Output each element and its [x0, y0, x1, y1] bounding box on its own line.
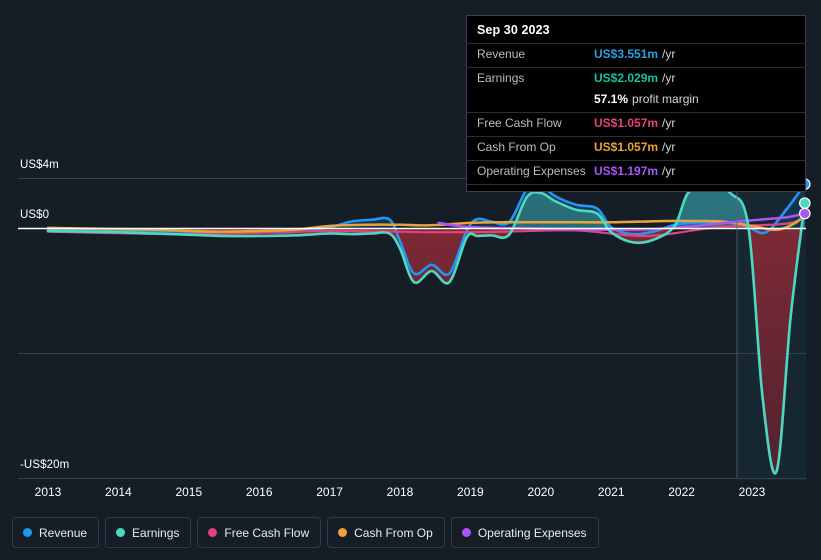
tooltip-value-free-cash-flow: US$1.057m	[594, 116, 659, 130]
legend-label: Cash From Op	[354, 525, 433, 540]
x-axis-tick-2020: 2020	[527, 485, 555, 499]
x-axis-tick-2023: 2023	[738, 485, 766, 499]
x-axis-tick-2018: 2018	[386, 485, 414, 499]
tooltip-value-revenue: US$3.551m	[594, 47, 659, 61]
tooltip-row-operating-expenses: Operating Expenses US$1.197m /yr	[467, 160, 805, 184]
tooltip-row-profit-margin: 57.1% profit margin	[467, 91, 805, 112]
tooltip-value-cash-from-op: US$1.057m	[594, 140, 659, 154]
tooltip-label-cash-from-op: Cash From Op	[477, 140, 556, 154]
tooltip-suffix-cash-from-op: /yr	[662, 140, 676, 154]
tooltip-footer-rule	[467, 184, 805, 191]
legend-dot-icon	[461, 528, 471, 537]
legend-item-revenue[interactable]: Revenue	[12, 517, 100, 548]
tooltip-row-cash-from-op: Cash From Op US$1.057m /yr	[467, 136, 805, 160]
tooltip-label-free-cash-flow: Free Cash Flow	[477, 116, 562, 130]
tooltip-row-revenue: Revenue US$3.551m /yr	[467, 43, 805, 67]
y-axis-label-zero: US$0	[20, 209, 50, 221]
y-axis-label-top: US$4m	[20, 159, 59, 171]
tooltip-value-earnings: US$2.029m	[594, 71, 659, 85]
chart-tooltip: Sep 30 2023 Revenue US$3.551m /yr Earnin…	[466, 15, 806, 192]
endpoint-marker-operating-expenses	[798, 207, 811, 220]
tooltip-suffix-free-cash-flow: /yr	[662, 116, 676, 130]
x-axis-tick-2021: 2021	[597, 485, 625, 499]
chart-legend: Revenue Earnings Free Cash Flow Cash From O…	[12, 517, 599, 548]
tooltip-label-operating-expenses: Operating Expenses	[477, 164, 586, 178]
legend-dot-icon	[23, 528, 32, 537]
tooltip-profit-margin-text: profit margin	[632, 92, 699, 106]
legend-dot-icon	[116, 528, 126, 537]
tooltip-suffix-operating-expenses: /yr	[662, 164, 676, 178]
legend-dot-icon	[338, 528, 348, 537]
legend-item-free-cash-flow[interactable]: Free Cash Flow	[197, 517, 322, 548]
x-axis-tick-2015: 2015	[175, 485, 203, 499]
legend-label: Earnings	[132, 525, 180, 540]
tooltip-row-free-cash-flow: Free Cash Flow US$1.057m /yr	[467, 112, 805, 136]
tooltip-profit-margin-percent: 57.1%	[594, 92, 629, 106]
tooltip-suffix-revenue: /yr	[662, 47, 676, 61]
tooltip-date: Sep 30 2023	[477, 23, 550, 37]
tooltip-value-operating-expenses: US$1.197m	[594, 164, 659, 178]
legend-item-earnings[interactable]: Earnings	[105, 517, 192, 548]
legend-dot-icon	[208, 528, 218, 537]
y-axis-label-bottom: -US$20m	[20, 459, 70, 471]
tooltip-row-earnings: Earnings US$2.029m /yr	[467, 67, 805, 91]
x-axis-tick-2014: 2014	[105, 485, 132, 499]
tooltip-label-earnings: Earnings	[477, 71, 525, 85]
legend-label: Operating Expenses	[477, 525, 587, 540]
tooltip-label-revenue: Revenue	[477, 47, 526, 61]
legend-item-cash-from-op[interactable]: Cash From Op	[327, 517, 445, 548]
tooltip-suffix-earnings: /yr	[662, 71, 676, 85]
legend-item-operating-expenses[interactable]: Operating Expenses	[450, 517, 599, 548]
legend-label: Free Cash Flow	[224, 525, 310, 540]
legend-label: Revenue	[39, 525, 88, 540]
x-axis-tick-2013: 2013	[34, 485, 62, 499]
x-axis-tick-2017: 2017	[316, 485, 343, 499]
x-axis-tick-2016: 2016	[245, 485, 273, 499]
x-axis-tick-2019: 2019	[457, 485, 484, 499]
series-layer	[46, 182, 806, 475]
x-axis-tick-2022: 2022	[668, 485, 695, 499]
endpoint-marker-earnings	[798, 197, 811, 209]
